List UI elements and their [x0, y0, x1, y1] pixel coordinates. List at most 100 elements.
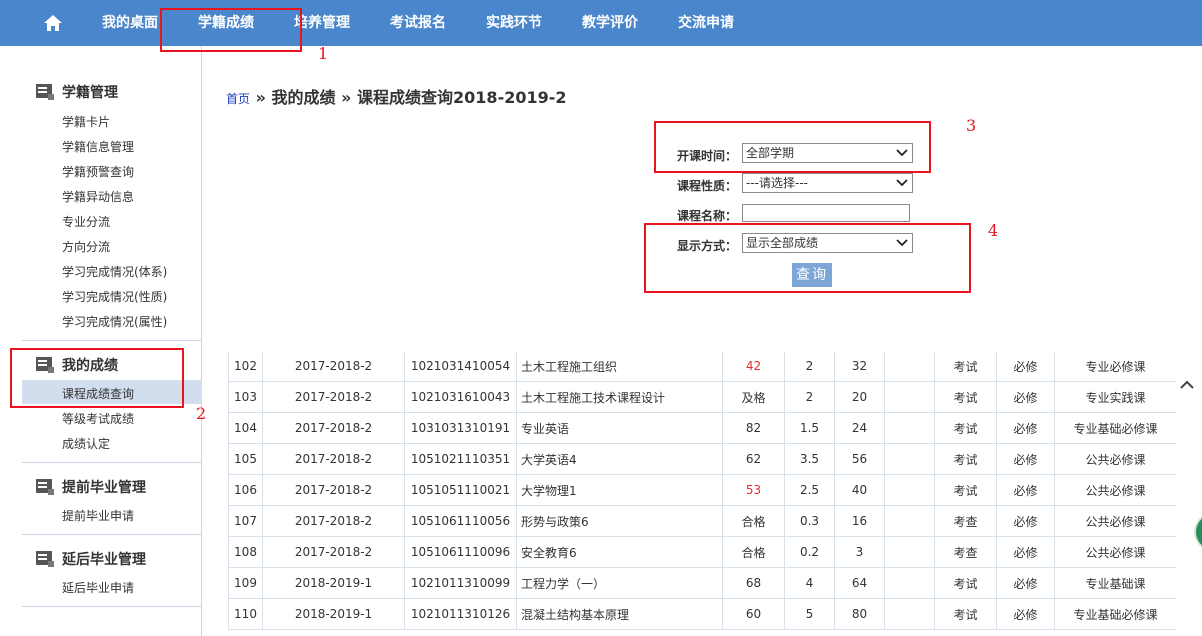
- cell-credits: 3.5: [784, 443, 835, 475]
- sidebar-item-completion-nature[interactable]: 学习完成情况(性质): [62, 288, 167, 305]
- cell-remark: [884, 474, 935, 506]
- cell-term: 2017-2018-2: [262, 474, 405, 506]
- nav-item-desktop[interactable]: 我的桌面: [102, 0, 158, 46]
- sidebar-group-early-graduation[interactable]: 提前毕业管理: [36, 477, 146, 497]
- cell-term: 2017-2018-2: [262, 505, 405, 537]
- sidebar-divider: [22, 534, 202, 535]
- cell-remark: [884, 352, 935, 382]
- sidebar-item-status-info[interactable]: 学籍信息管理: [62, 138, 134, 155]
- nav-item-teaching-evaluation[interactable]: 教学评价: [582, 0, 638, 46]
- cell-assessment: 考试: [934, 352, 997, 382]
- table-row: 108 2017-2018-2 1051061110096 安全教育6 合格 0.2 3 考查…: [228, 536, 1176, 568]
- table-row: 105 2017-2018-2 1051021110351 大学英语4 62 3.5 56 考…: [228, 443, 1176, 475]
- cell-hours: 24: [834, 412, 885, 444]
- cell-remark: [884, 567, 935, 599]
- cell-hours: 20: [834, 381, 885, 413]
- nav-item-exam-registration[interactable]: 考试报名: [390, 0, 446, 46]
- cell-course-code: 1021031410054: [404, 352, 517, 382]
- cell-credits: 2: [784, 352, 835, 382]
- cell-credits: 1.5: [784, 412, 835, 444]
- sidebar-divider: [22, 606, 202, 607]
- cell-score: 合格: [722, 505, 785, 537]
- sidebar-item-status-card[interactable]: 学籍卡片: [62, 113, 110, 130]
- annotation-box-3: [654, 121, 931, 173]
- chevron-down-icon: [896, 179, 908, 187]
- annotation-number-1: 1: [318, 44, 329, 63]
- cell-course-name: 土木工程施工技术课程设计: [516, 381, 723, 413]
- annotation-number-4: 4: [988, 221, 999, 240]
- cell-course-category: 公共必修课: [1054, 505, 1176, 537]
- sidebar-group-status-management[interactable]: 学籍管理: [36, 82, 118, 102]
- nav-item-training[interactable]: 培养管理: [294, 0, 350, 46]
- sidebar-item-major-split[interactable]: 专业分流: [62, 213, 110, 230]
- page-title: 课程成绩查询2018-2019-2: [357, 88, 567, 107]
- cell-course-code: 1051061110056: [404, 505, 517, 537]
- sidebar-item-delayed-graduation-apply[interactable]: 延后毕业申请: [62, 579, 134, 596]
- cell-assessment: 考试: [934, 443, 997, 475]
- scroll-up-icon[interactable]: [1178, 376, 1196, 394]
- cell-hours: 16: [834, 505, 885, 537]
- nature-select[interactable]: ---请选择---: [742, 173, 913, 193]
- cell-course-category: 专业必修课: [1054, 352, 1176, 382]
- breadcrumb-level1: 我的成绩: [271, 88, 336, 107]
- sidebar-item-completion-attribute[interactable]: 学习完成情况(属性): [62, 313, 167, 330]
- cell-hours: 32: [834, 352, 885, 382]
- cell-hours: 64: [834, 567, 885, 599]
- cell-assessment: 考试: [934, 598, 997, 630]
- sidebar-item-grade-recognition[interactable]: 成绩认定: [62, 435, 110, 452]
- cell-course-code: 1021011310099: [404, 567, 517, 599]
- course-name-input[interactable]: [742, 204, 910, 222]
- sidebar-item-status-warning[interactable]: 学籍预警查询: [62, 163, 134, 180]
- nav-item-exchange-application[interactable]: 交流申请: [678, 0, 734, 46]
- cell-credits: 5: [784, 598, 835, 630]
- cell-course-type: 必修: [996, 567, 1055, 599]
- cell-course-category: 公共必修课: [1054, 474, 1176, 506]
- nav-item-practice[interactable]: 实践环节: [486, 0, 542, 46]
- grades-table-body: 102 2017-2018-2 1021031410054 土木工程施工组织 42 2 32…: [228, 352, 1176, 630]
- breadcrumb-home-link[interactable]: 首页: [226, 92, 250, 106]
- cell-course-type: 必修: [996, 381, 1055, 413]
- cell-course-code: 1051021110351: [404, 443, 517, 475]
- cell-assessment: 考试: [934, 474, 997, 506]
- home-button[interactable]: [0, 0, 106, 46]
- cell-credits: 2.5: [784, 474, 835, 506]
- cell-course-category: 专业基础必修课: [1054, 598, 1176, 630]
- table-row: 109 2018-2019-1 1021011310099 工程力学（一） 68 4 64 考…: [228, 567, 1176, 599]
- table-row: 110 2018-2019-1 1021011310126 混凝土结构基本原理 60 5 8…: [228, 598, 1176, 630]
- cell-credits: 0.3: [784, 505, 835, 537]
- cell-hours: 3: [834, 536, 885, 568]
- floating-widget[interactable]: [1194, 512, 1202, 552]
- cell-term: 2018-2019-1: [262, 598, 405, 630]
- annotation-box-1: [160, 8, 302, 52]
- sidebar-item-level-exam-grades[interactable]: 等级考试成绩: [62, 410, 134, 427]
- sidebar-group-delayed-graduation[interactable]: 延后毕业管理: [36, 549, 146, 569]
- cell-row-index: 104: [228, 412, 263, 444]
- cell-credits: 2: [784, 381, 835, 413]
- cell-row-index: 102: [228, 352, 263, 382]
- cell-course-category: 公共必修课: [1054, 536, 1176, 568]
- cell-term: 2017-2018-2: [262, 352, 405, 382]
- sidebar-divider: [22, 462, 202, 463]
- cell-assessment: 考查: [934, 536, 997, 568]
- cell-term: 2017-2018-2: [262, 381, 405, 413]
- cell-remark: [884, 443, 935, 475]
- cell-row-index: 109: [228, 567, 263, 599]
- table-row: 106 2017-2018-2 1051051110021 大学物理1 53 2.5 40 考…: [228, 474, 1176, 506]
- table-row: 107 2017-2018-2 1051061110056 形势与政策6 合格 0.3 16…: [228, 505, 1176, 537]
- cell-score: 60: [722, 598, 785, 630]
- cell-score: 53: [722, 474, 785, 506]
- cell-remark: [884, 412, 935, 444]
- cell-course-name: 工程力学（一）: [516, 567, 723, 599]
- sidebar-item-status-change[interactable]: 学籍异动信息: [62, 188, 134, 205]
- sidebar-item-completion-system[interactable]: 学习完成情况(体系): [62, 263, 167, 280]
- grades-table-viewport: 102 2017-2018-2 1021031410054 土木工程施工组织 42 2 32…: [228, 352, 1176, 636]
- cell-course-type: 必修: [996, 505, 1055, 537]
- sidebar-item-direction-split[interactable]: 方向分流: [62, 238, 110, 255]
- cell-remark: [884, 598, 935, 630]
- cell-course-type: 必修: [996, 474, 1055, 506]
- cell-course-category: 公共必修课: [1054, 443, 1176, 475]
- sidebar-item-early-graduation-apply[interactable]: 提前毕业申请: [62, 507, 134, 524]
- cell-row-index: 106: [228, 474, 263, 506]
- cell-course-code: 1051061110096: [404, 536, 517, 568]
- cell-score: 合格: [722, 536, 785, 568]
